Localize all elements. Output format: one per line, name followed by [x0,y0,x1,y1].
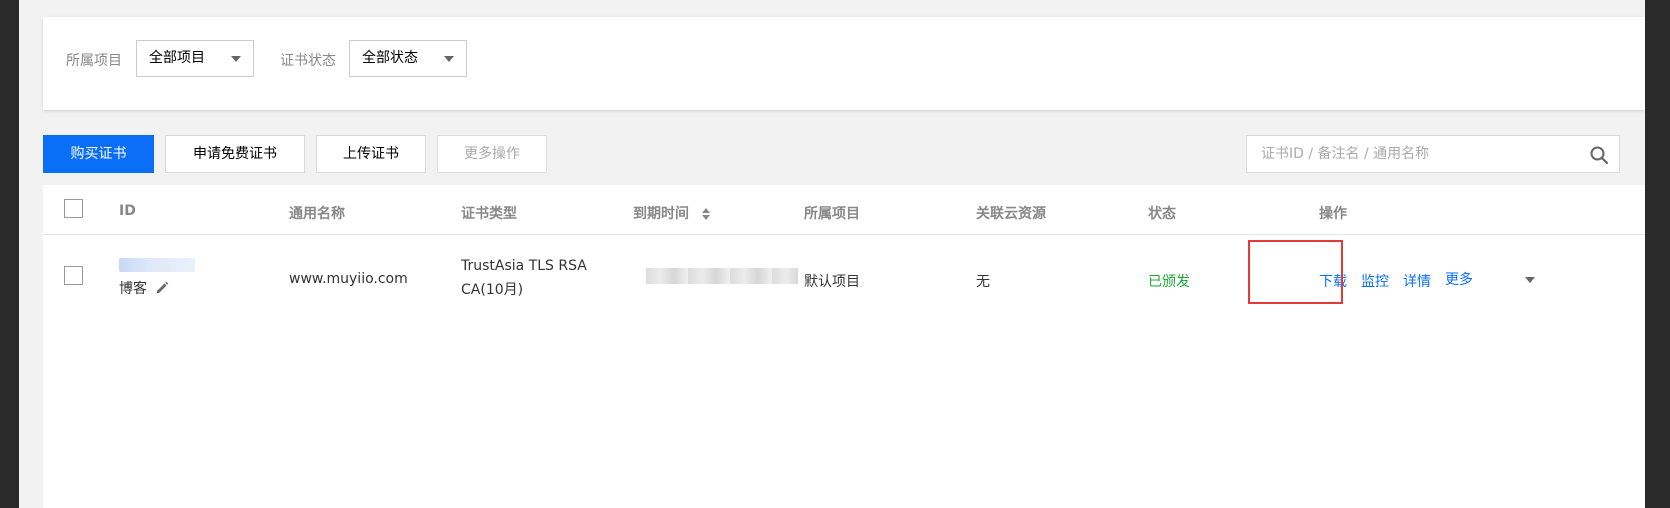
header-actions: 操作 [1319,206,1347,222]
table-header: ID 通用名称 证书类型 到期时间 所属项目 关联云资源 状态 操作 [43,185,1645,235]
header-id: ID [119,203,136,219]
header-expiry-time[interactable]: 到期时间 [633,203,710,223]
upload-certificate-button[interactable]: 上传证书 [316,135,426,173]
search-box [1246,135,1620,173]
right-window-edge [1645,0,1670,508]
more-actions-button[interactable]: 更多操作 [437,135,547,173]
header-expiry-label: 到期时间 [633,206,689,222]
detail-link[interactable]: 详情 [1403,271,1431,291]
chevron-down-icon[interactable] [1525,277,1535,283]
status-select-value: 全部状态 [362,50,418,66]
apply-free-certificate-button[interactable]: 申请免费证书 [165,135,305,173]
more-link[interactable]: 更多 [1445,269,1473,289]
header-cert-type: 证书类型 [461,206,517,222]
certificate-table: ID 通用名称 证书类型 到期时间 所属项目 关联云资源 状态 操作 博客 ww… [43,185,1645,508]
certificate-alias: 博客 [119,281,147,297]
monitor-link[interactable]: 监控 [1361,271,1389,291]
header-common-name: 通用名称 [289,206,345,222]
header-cloud-resource: 关联云资源 [976,206,1046,222]
project-filter-label: 所属项目 [66,53,122,69]
header-project: 所属项目 [804,206,860,222]
search-input[interactable] [1247,136,1577,172]
filter-panel: 所属项目 全部项目 证书状态 全部状态 [43,17,1645,110]
sort-icon[interactable] [701,208,710,220]
common-name: www.muyiio.com [289,271,408,287]
search-icon[interactable] [1589,145,1609,165]
row-checkbox[interactable] [64,266,83,285]
status-select[interactable]: 全部状态 [349,40,467,77]
buy-certificate-button[interactable]: 购买证书 [43,135,154,173]
project-select[interactable]: 全部项目 [136,40,254,77]
project-select-value: 全部项目 [149,50,205,66]
chevron-down-icon [444,56,454,62]
cert-type-line1: TrustAsia TLS RSA [461,258,587,274]
chevron-down-icon [231,56,241,62]
project-value: 默认项目 [804,274,860,290]
expiry-time-redacted [646,268,798,284]
status-badge: 已颁发 [1148,274,1190,290]
status-filter-label: 证书状态 [280,53,336,69]
select-all-checkbox[interactable] [64,199,83,218]
edit-icon[interactable] [155,281,169,295]
cert-type-line2: CA(10月) [461,282,524,298]
header-status: 状态 [1148,206,1176,222]
certificate-id-redacted[interactable] [119,258,195,272]
left-window-edge [0,0,19,508]
cloud-resource-value: 无 [976,274,990,290]
highlight-annotation [1248,240,1343,304]
